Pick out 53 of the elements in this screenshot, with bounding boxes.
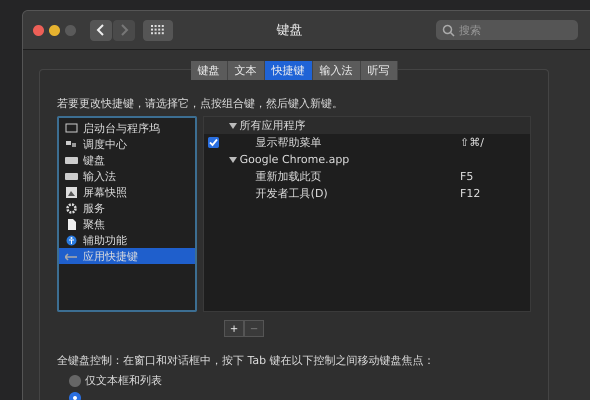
category-item[interactable]: 输入法 — [59, 168, 195, 184]
category-item[interactable]: 辅助功能 — [59, 232, 195, 248]
minimize-icon[interactable] — [49, 24, 60, 36]
tab[interactable]: 键盘 — [190, 61, 228, 80]
category-item[interactable]: 调度中心 — [59, 136, 195, 152]
checkbox[interactable] — [208, 137, 219, 148]
tab[interactable]: 听写 — [360, 61, 398, 80]
disclosure-triangle-icon[interactable] — [228, 156, 237, 164]
instruction-text: 若要更改快捷键，请选择它，点按组合键，然后键入新键。 — [57, 96, 344, 111]
category-item[interactable]: 应用快捷键 — [59, 248, 195, 264]
shortcut-keys: ⇧⌘/ — [460, 136, 500, 149]
window-title: 键盘 — [276, 22, 304, 39]
window-icon — [65, 138, 78, 150]
keyboard-icon — [65, 154, 78, 166]
category-item[interactable]: 启动台与程序坞 — [59, 120, 195, 136]
tab[interactable]: 文本 — [228, 61, 264, 80]
show-all-button[interactable] — [143, 20, 173, 40]
radio-button[interactable] — [69, 392, 81, 400]
grid-icon — [151, 25, 165, 35]
shortcut-row[interactable]: 显示帮助菜单 ⇧⌘/ — [204, 134, 530, 151]
shortcut-keys: F12 — [460, 187, 500, 200]
document-icon — [65, 218, 78, 230]
shortcut-name: 开发者工具(D) — [256, 186, 329, 201]
chevron-left-icon — [96, 23, 106, 37]
group-label: 所有应用程序 — [240, 118, 306, 133]
search-field[interactable]: 搜索 — [436, 20, 578, 40]
add-button[interactable]: + — [224, 320, 244, 337]
accessibility-icon — [65, 234, 78, 246]
chevron-right-icon — [119, 23, 129, 37]
group-label: Google Chrome.app — [240, 153, 350, 166]
close-icon[interactable] — [33, 24, 44, 36]
category-item[interactable]: 聚焦 — [59, 216, 195, 232]
radio-label: 仅文本框和列表 — [85, 373, 162, 388]
shortcut-name: 重新加载此页 — [256, 169, 323, 184]
app-icon — [65, 250, 78, 262]
screen-icon — [65, 122, 78, 134]
radio-button[interactable] — [69, 374, 81, 386]
shortcut-row[interactable]: 重新加载此页 F5 — [204, 168, 530, 185]
shortcut-group[interactable]: Google Chrome.app — [204, 151, 530, 168]
category-item[interactable]: 屏幕快照 — [59, 184, 195, 200]
keyboard-icon — [65, 170, 78, 182]
tab[interactable]: 快捷键 — [264, 61, 312, 80]
shortcut-name: 显示帮助菜单 — [256, 135, 323, 150]
keyboard-control-label: 全键盘控制：在窗口和对话框中，按下 Tab 键在以下控制之间移动键盘焦点： — [57, 353, 436, 368]
category-item[interactable]: 键盘 — [59, 152, 195, 168]
category-item[interactable]: 服务 — [59, 200, 195, 216]
shortcut-row[interactable]: 开发者工具(D) F12 — [204, 185, 530, 202]
tab[interactable]: 输入法 — [312, 61, 360, 80]
shortcut-keys: F5 — [460, 170, 500, 183]
gear-icon — [65, 202, 78, 214]
shortcut-group[interactable]: 所有应用程序 — [204, 117, 530, 134]
disclosure-triangle-icon[interactable] — [228, 122, 237, 130]
back-button[interactable] — [90, 20, 112, 40]
